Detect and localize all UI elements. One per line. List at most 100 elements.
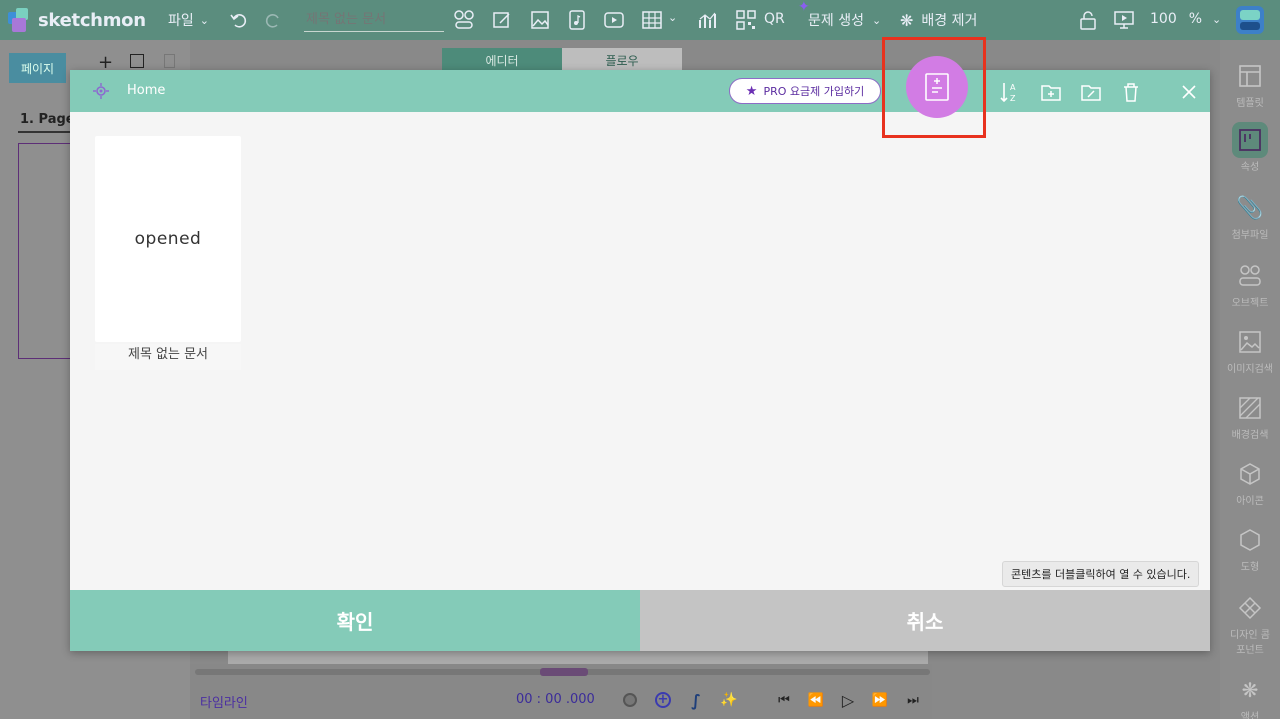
sidebar-item-properties[interactable]: 속성	[1220, 122, 1280, 173]
sidebar-item-label: 디자인 콤포넌트	[1230, 630, 1270, 656]
pages-tab[interactable]: 페이지	[9, 53, 66, 83]
magic-wand-icon[interactable]: ✨	[719, 690, 739, 710]
sort-az-icon[interactable]: AZ	[998, 80, 1022, 104]
document-title-input[interactable]	[304, 8, 444, 32]
loading-spinner-icon: ❋	[900, 10, 914, 30]
easing-curve-icon[interactable]: ∫	[686, 690, 706, 710]
skip-start-icon[interactable]: ⏮	[774, 690, 794, 710]
new-folder-icon[interactable]	[1039, 80, 1063, 104]
video-icon[interactable]	[603, 9, 625, 31]
sidebar-item-label: 첨부파일	[1231, 230, 1269, 241]
highlight-annotation	[882, 37, 986, 138]
component-icon	[1232, 590, 1268, 626]
sidebar-item-action[interactable]: ❋ 액션	[1220, 672, 1280, 719]
template-icon	[1232, 58, 1268, 94]
presentation-icon[interactable]	[1113, 9, 1135, 31]
quiz-generate-menu[interactable]: 문제 생성 ⌄	[808, 10, 881, 30]
quiz-generate-label: 문제 생성	[808, 13, 864, 29]
document-browser-modal: Home ★ PRO 요금제 가입하기 AZ opened 제목 없는 문서 콘…	[70, 56, 1210, 651]
brand-name: sketchmon	[38, 9, 146, 31]
document-thumbnail[interactable]: opened	[95, 136, 241, 342]
timeline-scroll-thumb[interactable]	[540, 668, 588, 676]
paperclip-icon: 📎	[1236, 195, 1264, 221]
pro-plan-button[interactable]: ★ PRO 요금제 가입하기	[729, 78, 881, 104]
close-icon[interactable]	[1177, 80, 1201, 104]
qr-label[interactable]: QR	[764, 11, 785, 27]
image-icon[interactable]	[529, 9, 551, 31]
sidebar-item-label: 오브젝트	[1231, 298, 1269, 309]
document-card[interactable]: opened 제목 없는 문서	[95, 136, 241, 370]
lock-icon[interactable]	[1077, 9, 1099, 31]
svg-text:A: A	[1010, 83, 1016, 92]
duplicate-page-icon[interactable]	[130, 54, 144, 68]
sidebar-item-shapes[interactable]: 도형	[1220, 522, 1280, 573]
audio-file-icon[interactable]	[566, 9, 588, 31]
file-menu-label: 파일	[168, 13, 194, 29]
rewind-icon[interactable]: ⏪	[806, 690, 826, 710]
chevron-down-icon: ⌄	[871, 13, 882, 27]
logo-mark-icon	[8, 8, 32, 32]
fast-forward-icon[interactable]: ⏩	[870, 690, 890, 710]
skip-end-icon[interactable]: ⏭	[903, 690, 923, 710]
cancel-button[interactable]: 취소	[640, 590, 1210, 651]
sidebar-item-label: 속성	[1240, 162, 1260, 173]
svg-text:Z: Z	[1010, 94, 1016, 103]
play-icon[interactable]: ▷	[838, 690, 858, 710]
sidebar-item-icons[interactable]: 아이콘	[1220, 456, 1280, 507]
zoom-unit: %	[1188, 11, 1203, 27]
app-logo[interactable]: sketchmon	[8, 8, 146, 32]
trash-icon[interactable]	[1119, 80, 1143, 104]
sidebar-item-label: 도형	[1240, 562, 1260, 573]
pen-icon[interactable]	[491, 9, 513, 31]
chevron-down-icon[interactable]: ⌄	[668, 11, 677, 24]
star-icon: ★	[745, 83, 758, 99]
record-icon[interactable]	[620, 690, 640, 710]
home-icon[interactable]	[92, 82, 110, 100]
add-keyframe-icon[interactable]: +	[653, 690, 673, 710]
delete-page-icon[interactable]	[164, 54, 175, 68]
mode-tabs: 에디터 플로우	[442, 48, 682, 72]
objects-icon	[1232, 258, 1268, 294]
modal-header: Home ★ PRO 요금제 가입하기 AZ	[70, 56, 1210, 118]
edit-folder-icon[interactable]	[1079, 80, 1103, 104]
sidebar-item-objects[interactable]: 오브젝트	[1220, 258, 1280, 309]
properties-icon	[1232, 122, 1268, 158]
confirm-button[interactable]: 확인	[70, 590, 640, 651]
cube-icon	[1232, 456, 1268, 492]
zoom-value: 100	[1150, 11, 1177, 27]
zoom-selector[interactable]: 100 % ⌄	[1150, 11, 1221, 27]
file-menu[interactable]: 파일 ⌄	[168, 10, 209, 30]
timeline-time: 00 : 00 .000	[516, 692, 595, 707]
sidebar-item-attachment[interactable]: 📎 첨부파일	[1220, 190, 1280, 242]
sidebar-item-image-search[interactable]: 이미지검색	[1220, 324, 1280, 375]
qr-code-icon[interactable]	[735, 9, 757, 31]
sidebar-item-design-components[interactable]: 디자인 콤포넌트	[1220, 590, 1280, 656]
canvas-bottom	[228, 651, 928, 665]
sidebar-item-background-search[interactable]: 배경검색	[1220, 390, 1280, 441]
chevron-down-icon: ⌄	[199, 13, 209, 27]
sidebar-item-template[interactable]: 템플릿	[1220, 58, 1280, 109]
table-icon[interactable]	[641, 9, 663, 31]
hexagon-icon	[1232, 522, 1268, 558]
sidebar-item-label: 템플릿	[1236, 98, 1264, 109]
shapes-icon[interactable]	[453, 9, 475, 31]
user-avatar[interactable]	[1236, 6, 1264, 34]
page-item-underline	[18, 131, 70, 133]
chevron-down-icon: ⌄	[1212, 12, 1222, 26]
background-remove-label: 배경 제거	[921, 13, 978, 29]
background-remove-button[interactable]: ❋ 배경 제거	[900, 10, 977, 30]
redo-icon[interactable]	[262, 9, 284, 31]
chart-icon[interactable]	[697, 9, 719, 31]
page-thumbnail[interactable]	[18, 143, 78, 359]
action-icon: ❋	[1241, 678, 1259, 702]
hint-tooltip: 콘텐츠를 더블클릭하여 열 수 있습니다.	[1002, 561, 1200, 587]
tab-flow[interactable]: 플로우	[562, 48, 682, 72]
background-icon	[1232, 390, 1268, 426]
sidebar-item-label: 아이콘	[1236, 496, 1264, 507]
document-name: 제목 없는 문서	[95, 344, 241, 370]
undo-icon[interactable]	[228, 9, 250, 31]
sidebar-item-label: 액션	[1240, 712, 1260, 719]
tab-editor[interactable]: 에디터	[442, 48, 562, 72]
sidebar-item-label: 배경검색	[1231, 430, 1269, 441]
breadcrumb-home[interactable]: Home	[127, 83, 165, 98]
